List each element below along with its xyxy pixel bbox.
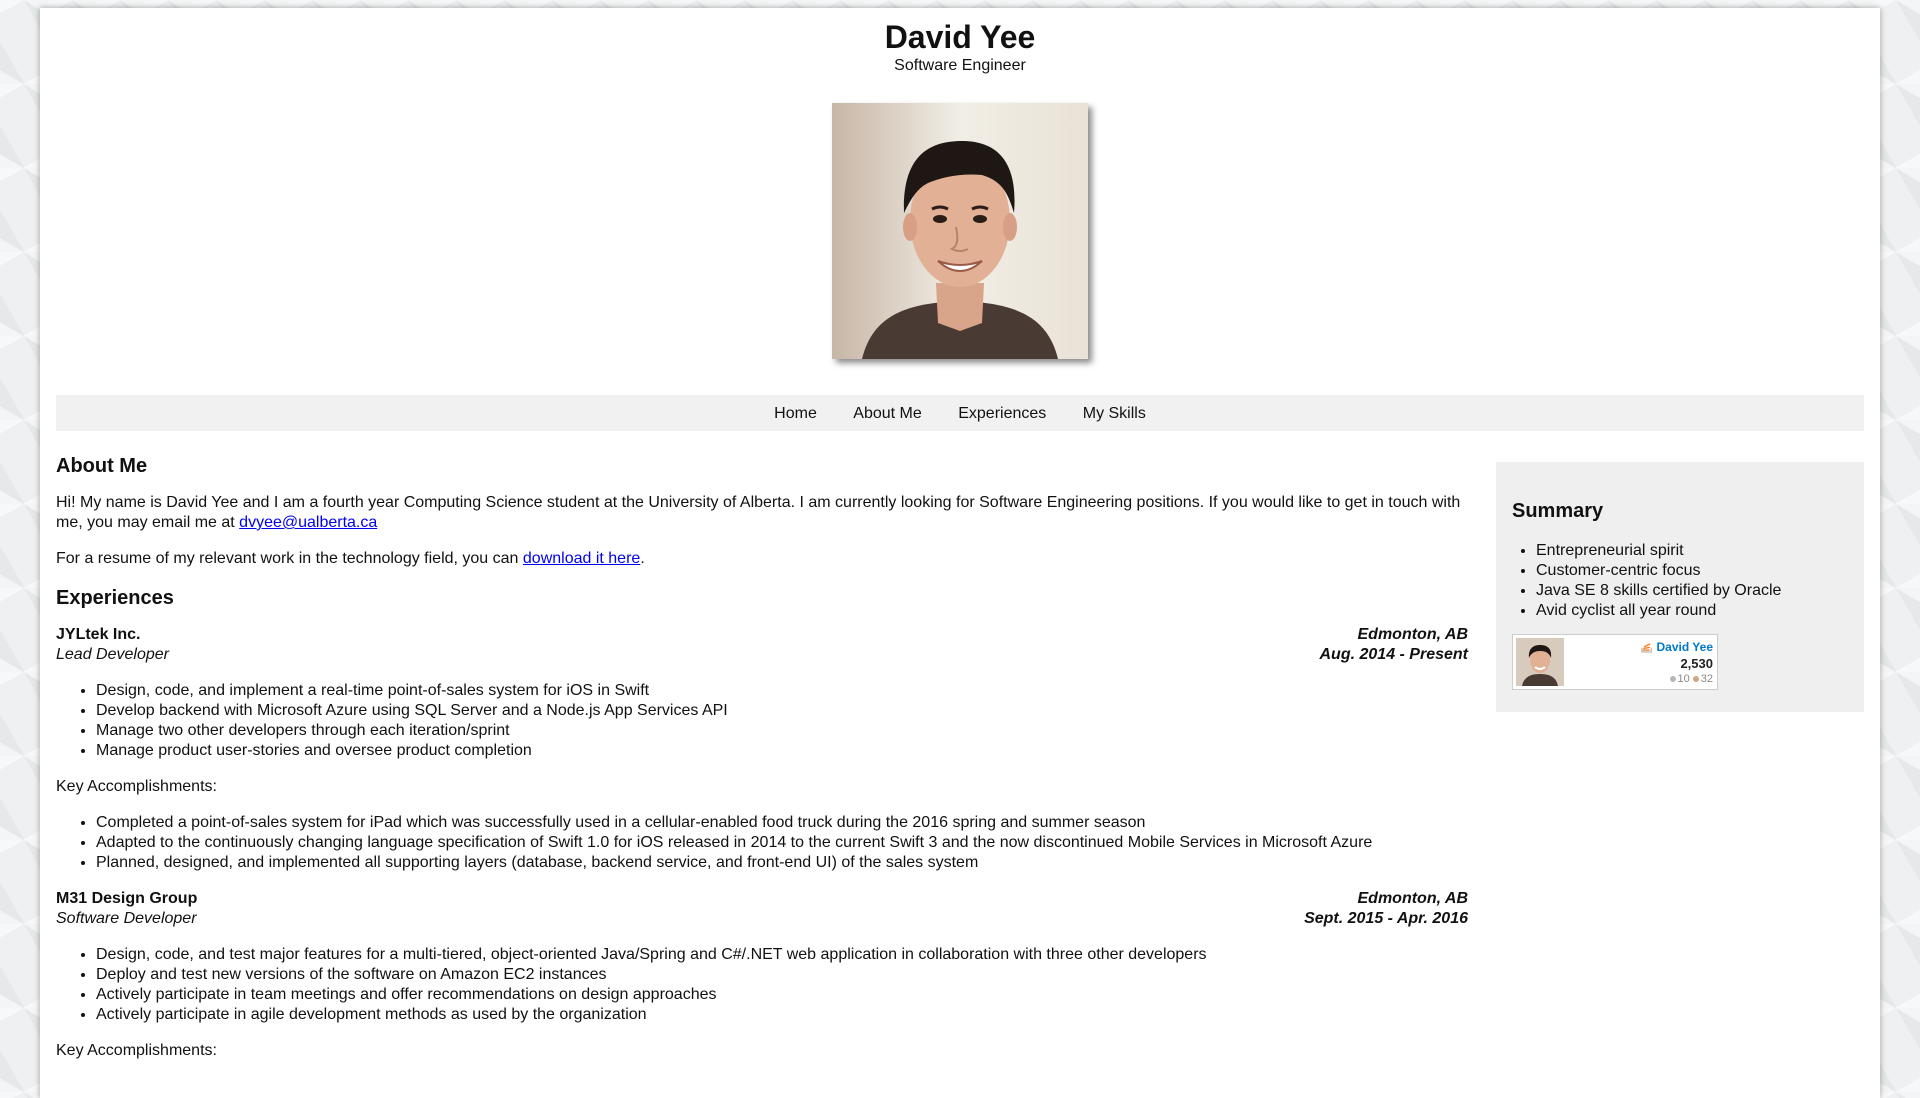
accomplishments-label: Key Accomplishments: [56, 778, 217, 795]
profile-photo [832, 103, 1088, 359]
resume-download-link[interactable]: download it here [523, 550, 640, 567]
list-item: Manage product user-stories and oversee … [96, 741, 1468, 761]
list-item: Deploy and test new versions of the soft… [96, 965, 1468, 985]
job-title-block: JYLtek Inc. Lead Developer [56, 625, 169, 665]
bronze-badge-icon [1692, 676, 1699, 682]
list-item: Develop backend with Microsoft Azure usi… [96, 701, 1468, 721]
nav-home[interactable]: Home [774, 395, 817, 433]
job-location: Edmonton, AB [1357, 890, 1469, 907]
flair-reputation: 2,530 [1680, 656, 1713, 671]
top-nav: Home About Me Experiences My Skills [56, 395, 1864, 431]
job-dates: Aug. 2014 - Present [1319, 646, 1469, 663]
stackoverflow-flair[interactable]: David Yee 2,530 10 32 [1512, 634, 1718, 690]
page-title: David Yee [884, 19, 1036, 55]
flair-badges: 10 32 [1669, 673, 1713, 685]
accomplishments-label: Key Accomplishments: [56, 1042, 217, 1059]
list-item: Completed a point-of-sales system for iP… [96, 813, 1468, 833]
experiences-heading: Experiences [56, 587, 174, 609]
flair-avatar [1516, 638, 1564, 686]
duties-list: Design, code, and test major features fo… [56, 945, 1468, 1025]
job-dates: Sept. 2015 - Apr. 2016 [1304, 910, 1468, 927]
job-meta-block: Edmonton, AB Sept. 2015 - Apr. 2016 [1304, 889, 1468, 929]
accomplishments-list: Completed a point-of-sales system for iP… [56, 813, 1468, 873]
header: David Yee Software Engineer [40, 8, 1880, 359]
list-item: Planned, designed, and implemented all s… [96, 853, 1468, 873]
job-meta-block: Edmonton, AB Aug. 2014 - Present [1320, 625, 1469, 665]
silver-badge-count: 10 [1677, 673, 1690, 685]
email-link[interactable]: dvyee@ualberta.ca [239, 514, 377, 531]
job-role: Lead Developer [56, 646, 169, 663]
list-item: Design, code, and implement a real-time … [96, 681, 1468, 701]
company-name: JYLtek Inc. [56, 626, 141, 643]
about-heading: About Me [56, 455, 148, 477]
list-item: Actively participate in team meetings an… [96, 985, 1468, 1005]
summary-sidebar: Summary Entrepreneurial spirit Customer-… [1496, 462, 1864, 712]
summary-heading: Summary [1512, 500, 1604, 522]
silver-badge-icon [1669, 676, 1676, 682]
company-name: M31 Design Group [56, 890, 198, 907]
resume-suffix: . [640, 550, 645, 567]
resume-paragraph: For a resume of my relevant work in the … [56, 549, 1468, 569]
nav-experiences[interactable]: Experiences [958, 395, 1046, 433]
job-title-block: M31 Design Group Software Developer [56, 889, 197, 929]
list-item: Java SE 8 skills certified by Oracle [1536, 581, 1781, 601]
nav-my-skills[interactable]: My Skills [1083, 395, 1146, 433]
page-subtitle: Software Engineer [894, 57, 1026, 74]
job-location: Edmonton, AB [1357, 626, 1469, 643]
job-role: Software Developer [56, 910, 197, 927]
flair-username[interactable]: David Yee [1657, 640, 1713, 654]
stackoverflow-icon [1641, 643, 1652, 653]
list-item: Design, code, and test major features fo… [96, 945, 1468, 965]
list-item: Adapted to the continuously changing lan… [96, 833, 1468, 853]
list-item: Avid cyclist all year round [1536, 601, 1781, 621]
duties-list: Design, code, and implement a real-time … [56, 681, 1468, 761]
about-intro: Hi! My name is David Yee and I am a four… [56, 493, 1468, 533]
main-content: About Me Hi! My name is David Yee and I … [56, 448, 1468, 1061]
summary-list: Entrepreneurial spirit Customer-centric … [1496, 541, 1781, 621]
bronze-badge-count: 32 [1700, 673, 1713, 685]
list-item: Actively participate in agile developmen… [96, 1005, 1468, 1025]
list-item: Entrepreneurial spirit [1536, 541, 1781, 561]
page-container: David Yee Software Engineer Home About M… [40, 8, 1880, 1098]
resume-text: For a resume of my relevant work in the … [56, 550, 523, 567]
list-item: Manage two other developers through each… [96, 721, 1468, 741]
list-item: Customer-centric focus [1536, 561, 1781, 581]
nav-about-me[interactable]: About Me [853, 395, 921, 433]
job-header: JYLtek Inc. Lead Developer Edmonton, AB … [56, 625, 1468, 665]
job-header: M31 Design Group Software Developer Edmo… [56, 889, 1468, 929]
